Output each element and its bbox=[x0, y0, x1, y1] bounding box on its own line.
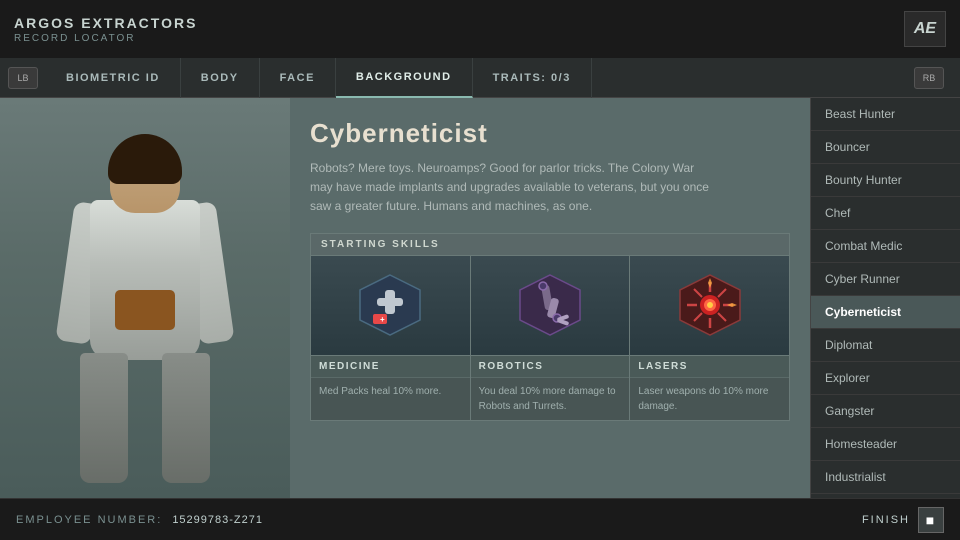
sidebar-item-gangster[interactable]: Gangster bbox=[811, 395, 960, 428]
skill-icon-robotics bbox=[471, 256, 630, 356]
char-leg-left bbox=[80, 353, 128, 483]
nav-bar: LB BIOMETRIC ID BODY FACE BACKGROUND TRA… bbox=[0, 58, 960, 98]
lb-button[interactable]: LB bbox=[8, 67, 38, 89]
sidebar-item-cyber-runner[interactable]: Cyber Runner bbox=[811, 263, 960, 296]
sidebar-item-bounty-hunter[interactable]: Bounty Hunter bbox=[811, 164, 960, 197]
skills-cards: + MEDICINE Med Packs heal 10% more. bbox=[311, 256, 789, 420]
skills-section: STARTING SKILLS + MEDICINE Med P bbox=[310, 233, 790, 421]
tab-biometric-id[interactable]: BIOMETRIC ID bbox=[46, 58, 181, 98]
bottom-bar: EMPLOYEE NUMBER: 15299783-Z271 FINISH ■ bbox=[0, 498, 960, 540]
skill-name-medicine: MEDICINE bbox=[311, 356, 470, 378]
center-content: Cyberneticist Robots? Mere toys. Neuroam… bbox=[290, 98, 810, 498]
medicine-icon: + bbox=[355, 270, 425, 340]
skill-card-robotics: ROBOTICS You deal 10% more damage to Rob… bbox=[471, 256, 631, 420]
char-chest-detail bbox=[115, 290, 175, 330]
sidebar-item-industrialist[interactable]: Industrialist bbox=[811, 461, 960, 494]
sidebar-item-beast-hunter[interactable]: Beast Hunter bbox=[811, 98, 960, 131]
portrait-area bbox=[0, 98, 290, 498]
company-name: ARGOS EXTRACTORS bbox=[14, 15, 197, 31]
skill-desc-lasers: Laser weapons do 10% more damage. bbox=[630, 378, 789, 420]
background-name: Cyberneticist bbox=[310, 118, 790, 149]
sidebar-item-long-hauler[interactable]: Long Hauler bbox=[811, 494, 960, 498]
background-description: Robots? Mere toys. Neuroamps? Good for p… bbox=[310, 159, 710, 217]
sidebar-item-explorer[interactable]: Explorer bbox=[811, 362, 960, 395]
skill-icon-medicine: + bbox=[311, 256, 470, 356]
header-left: ARGOS EXTRACTORS RECORD LOCATOR bbox=[14, 15, 197, 44]
sidebar-item-combat-medic[interactable]: Combat Medic bbox=[811, 230, 960, 263]
robotics-icon bbox=[515, 270, 585, 340]
skill-card-lasers: LASERS Laser weapons do 10% more damage. bbox=[630, 256, 789, 420]
record-locator: RECORD LOCATOR bbox=[14, 33, 197, 44]
finish-icon: ■ bbox=[918, 507, 944, 533]
sidebar-item-bouncer[interactable]: Bouncer bbox=[811, 131, 960, 164]
tab-body[interactable]: BODY bbox=[181, 58, 260, 98]
tab-traits[interactable]: TRAITS: 0/3 bbox=[473, 58, 592, 98]
skill-name-lasers: LASERS bbox=[630, 356, 789, 378]
finish-button[interactable]: FINISH ■ bbox=[862, 507, 944, 533]
skill-desc-medicine: Med Packs heal 10% more. bbox=[311, 378, 470, 420]
header: ARGOS EXTRACTORS RECORD LOCATOR AE bbox=[0, 0, 960, 58]
tab-face[interactable]: FACE bbox=[260, 58, 336, 98]
employee-label: EMPLOYEE NUMBER: bbox=[16, 514, 162, 526]
character-portrait bbox=[0, 98, 290, 498]
sidebar-item-chef[interactable]: Chef bbox=[811, 197, 960, 230]
skill-card-medicine: + MEDICINE Med Packs heal 10% more. bbox=[311, 256, 471, 420]
char-hair bbox=[108, 134, 182, 184]
sidebar-item-homesteader[interactable]: Homesteader bbox=[811, 428, 960, 461]
sidebar-item-cyberneticist[interactable]: Cyberneticist bbox=[811, 296, 960, 329]
rb-button[interactable]: RB bbox=[914, 67, 944, 89]
skills-header: STARTING SKILLS bbox=[311, 234, 789, 256]
employee-number: 15299783-Z271 bbox=[172, 514, 263, 526]
svg-text:+: + bbox=[380, 315, 385, 324]
character-figure bbox=[35, 128, 255, 498]
char-torso bbox=[90, 200, 200, 360]
finish-label: FINISH bbox=[862, 514, 910, 526]
skill-name-robotics: ROBOTICS bbox=[471, 356, 630, 378]
char-leg-right bbox=[162, 353, 210, 483]
company-logo: AE bbox=[904, 11, 946, 47]
skill-icon-lasers bbox=[630, 256, 789, 356]
lasers-icon bbox=[675, 270, 745, 340]
sidebar-item-diplomat[interactable]: Diplomat bbox=[811, 329, 960, 362]
tab-background[interactable]: BACKGROUND bbox=[336, 58, 473, 98]
background-list: Beast HunterBouncerBounty HunterChefComb… bbox=[810, 98, 960, 498]
skill-desc-robotics: You deal 10% more damage to Robots and T… bbox=[471, 378, 630, 420]
main-content: Cyberneticist Robots? Mere toys. Neuroam… bbox=[0, 98, 960, 498]
